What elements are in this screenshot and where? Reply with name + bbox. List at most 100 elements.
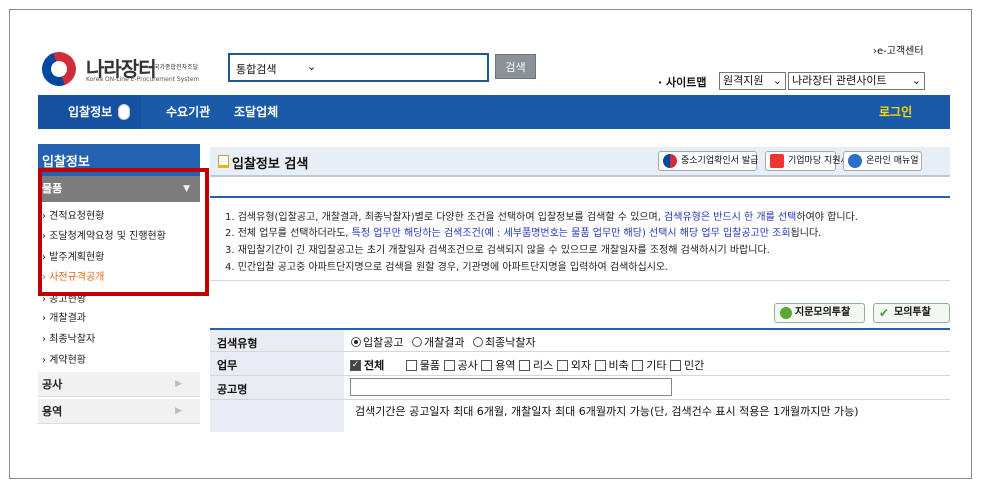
notice-name-input[interactable] <box>350 378 672 396</box>
search-type-select[interactable]: 통합검색 <box>236 61 276 77</box>
task-checkboxes: ✓ 전체 물품 공사 용역 리스 외자 비축 기타 민간 <box>350 352 704 375</box>
checkbox-label: 공사 <box>457 359 478 372</box>
search-type-label: 검색유형 <box>210 330 344 351</box>
fingerprint-icon <box>780 307 792 319</box>
sidebar-category-service[interactable]: 용역 ▶ <box>38 399 200 424</box>
radio-label: 개찰결과 <box>423 336 465 349</box>
sidebar-item-bid-results[interactable]: › 개찰결과 <box>38 309 200 324</box>
checkbox-goods[interactable] <box>405 359 417 371</box>
mouse-icon <box>118 104 130 120</box>
sidebar-item-contracts[interactable]: › 계약현황 <box>38 351 200 366</box>
chevron-down-icon: ⌄ <box>772 74 782 87</box>
nav-supplier[interactable]: 조달업체 <box>234 95 278 129</box>
period-note: 검색기간은 공고일자 최대 6개월, 개찰일자 최대 6개월까지 가능(단, 검… <box>355 405 859 418</box>
notice-highlight: 특정 업무만 해당하는 검색조건(예 : 세부품명번호는 물품 업무만 해당) … <box>351 228 791 239</box>
form-row-task: 업무 ✓ 전체 물품 공사 용역 리스 외자 비축 기타 민간 <box>210 352 950 376</box>
notice-text: 2. 전체 업무를 선택하더라도, <box>225 228 352 239</box>
checkbox-label: 용역 <box>495 359 516 372</box>
notice-name-cell <box>350 376 690 399</box>
period-label <box>210 400 344 432</box>
content-header: 입찰정보 검색 중소기업확인서 발급 기업마당 지원사업 온라인 매뉴얼 <box>210 147 950 177</box>
search-type-radios: 입찰공고 개찰결과 최종낙찰자 <box>350 330 536 351</box>
mock-bid-button[interactable]: ✔ 모의투찰 <box>873 303 950 323</box>
taegeuk-icon <box>663 154 677 168</box>
radio-label: 입찰공고 <box>363 336 404 349</box>
checkbox-service[interactable] <box>481 359 493 371</box>
form-row-period: 검색기간은 공고일자 최대 6개월, 개찰일자 최대 6개월까지 가능(단, 검… <box>210 400 950 432</box>
divider <box>210 280 950 281</box>
ecustomer-center-link[interactable]: ›e-고객센터 <box>873 42 924 57</box>
sidebar-category-construction[interactable]: 공사 ▶ <box>38 372 200 397</box>
divider <box>210 196 950 198</box>
notice-text: 하여야 합니다. <box>796 212 858 223</box>
notice-text: 1. 검색유형(입찰공고, 개찰결과, 최종낙찰자)별로 다양한 조건을 선택하… <box>225 212 665 223</box>
checkbox-construction[interactable] <box>443 359 455 371</box>
checkbox-label: 기타 <box>646 359 667 372</box>
fingerprint-mock-bid-button[interactable]: 지문모의투찰 <box>774 303 865 323</box>
checkbox-all[interactable]: ✓ <box>350 359 361 371</box>
remote-support-value: 원격지원 <box>723 74 764 87</box>
sidebar-category-label: 공사 <box>42 378 63 391</box>
checkbox-other[interactable] <box>632 359 644 371</box>
chevron-down-icon: ⌄ <box>307 60 317 73</box>
checkbox-private[interactable] <box>670 359 681 371</box>
screenshot-frame: 나라장터 국가종합전자조달 Korea ON-Line E-Procuremen… <box>9 9 972 479</box>
related-sites-value: 나라장터 관련사이트 <box>792 74 887 87</box>
chevron-right-icon: ▶ <box>175 379 182 389</box>
nav-demand-institution[interactable]: 수요기관 <box>166 95 210 129</box>
related-sites-select[interactable]: 나라장터 관련사이트 ⌄ <box>788 72 925 90</box>
sme-certificate-label: 중소기업확인서 발급 <box>681 156 759 166</box>
bizinfo-icon <box>770 154 784 168</box>
site-logo[interactable]: 나라장터 국가종합전자조달 Korea ON-Line E-Procuremen… <box>38 47 222 92</box>
form-row-notice-name: 공고명 <box>210 376 950 400</box>
search-form: 검색유형 입찰공고 개찰결과 최종낙찰자 업무 ✓ 전체 물품 공사 용역 리스 … <box>210 328 950 432</box>
checkbox-label: 비축 <box>608 359 629 372</box>
sidebar-category-label: 용역 <box>42 405 63 418</box>
main-nav: 입찰정보 수요기관 조달업체 로그인 <box>38 95 950 129</box>
checkbox-label: 민간 <box>684 359 705 372</box>
business-support-button[interactable]: 기업마당 지원사업 <box>765 151 857 171</box>
notice-name-label: 공고명 <box>210 376 344 399</box>
notice-3: 3. 재입찰기간이 긴 재입찰공고는 초기 개찰일자 검색조건으로 검색되지 않… <box>225 245 770 256</box>
task-label: 업무 <box>210 352 344 375</box>
checkbox-label: 리스 <box>533 359 554 372</box>
radio-bid-results[interactable] <box>411 337 422 347</box>
checkbox-foreign[interactable] <box>556 359 568 371</box>
browser-viewport: 나라장터 국가종합전자조달 Korea ON-Line E-Procuremen… <box>38 10 950 432</box>
checkbox-label: 물품 <box>419 359 440 372</box>
highlight-box <box>38 168 209 296</box>
help-icon <box>848 154 862 168</box>
checkbox-stockpile[interactable] <box>594 359 606 371</box>
radio-label: 최종낙찰자 <box>484 336 536 349</box>
sidebar-item-final-winner[interactable]: › 최종낙찰자 <box>38 330 200 345</box>
login-link[interactable]: 로그인 <box>879 95 912 129</box>
radio-bid-notice[interactable] <box>351 337 361 347</box>
nav-bid-info[interactable]: 입찰정보 <box>68 95 112 129</box>
sme-certificate-button[interactable]: 중소기업확인서 발급 <box>658 151 759 171</box>
fingerprint-mock-bid-label: 지문모의투찰 <box>795 307 851 318</box>
online-manual-label: 온라인 매뉴얼 <box>866 156 919 166</box>
search-button[interactable]: 검색 <box>495 54 536 79</box>
logo-small-text: 국가종합전자조달 <box>154 64 199 71</box>
notice-1: 1. 검색유형(입찰공고, 개찰결과, 최종낙찰자)별로 다양한 조건을 선택하… <box>225 208 858 223</box>
logo-subtitle: Korea ON-Line E-Procurement System <box>86 76 200 83</box>
notice-4: 4. 민간입찰 공고중 아파트단지명으로 검색을 원할 경우, 기관명에 아파트… <box>225 262 669 273</box>
mock-bid-label: 모의투찰 <box>894 307 931 318</box>
checkbox-label: 외자 <box>570 359 591 372</box>
checkbox-lease[interactable] <box>519 359 530 371</box>
sitemap-link[interactable]: · 사이트맵 <box>658 74 707 90</box>
taegeuk-logo-icon <box>38 47 81 91</box>
memo-icon <box>218 155 229 168</box>
checkmark-icon: ✔ <box>879 306 890 320</box>
chevron-down-icon: ⌄ <box>911 74 921 87</box>
chevron-right-icon: ▶ <box>175 406 182 416</box>
page-title: 입찰정보 검색 <box>232 157 309 172</box>
radio-final-winner[interactable] <box>472 337 483 347</box>
remote-support-select[interactable]: 원격지원 ⌄ <box>719 72 786 90</box>
form-row-search-type: 검색유형 입찰공고 개찰결과 최종낙찰자 <box>210 330 950 352</box>
checkbox-label: 전체 <box>364 359 385 372</box>
notice-2: 2. 전체 업무를 선택하더라도, 특정 업무만 해당하는 검색조건(예 : 세… <box>225 224 821 239</box>
online-manual-button[interactable]: 온라인 매뉴얼 <box>843 151 922 171</box>
notice-text: 됩니다. <box>790 228 822 239</box>
search-input[interactable]: 통합검색 ⌄ <box>228 53 489 82</box>
